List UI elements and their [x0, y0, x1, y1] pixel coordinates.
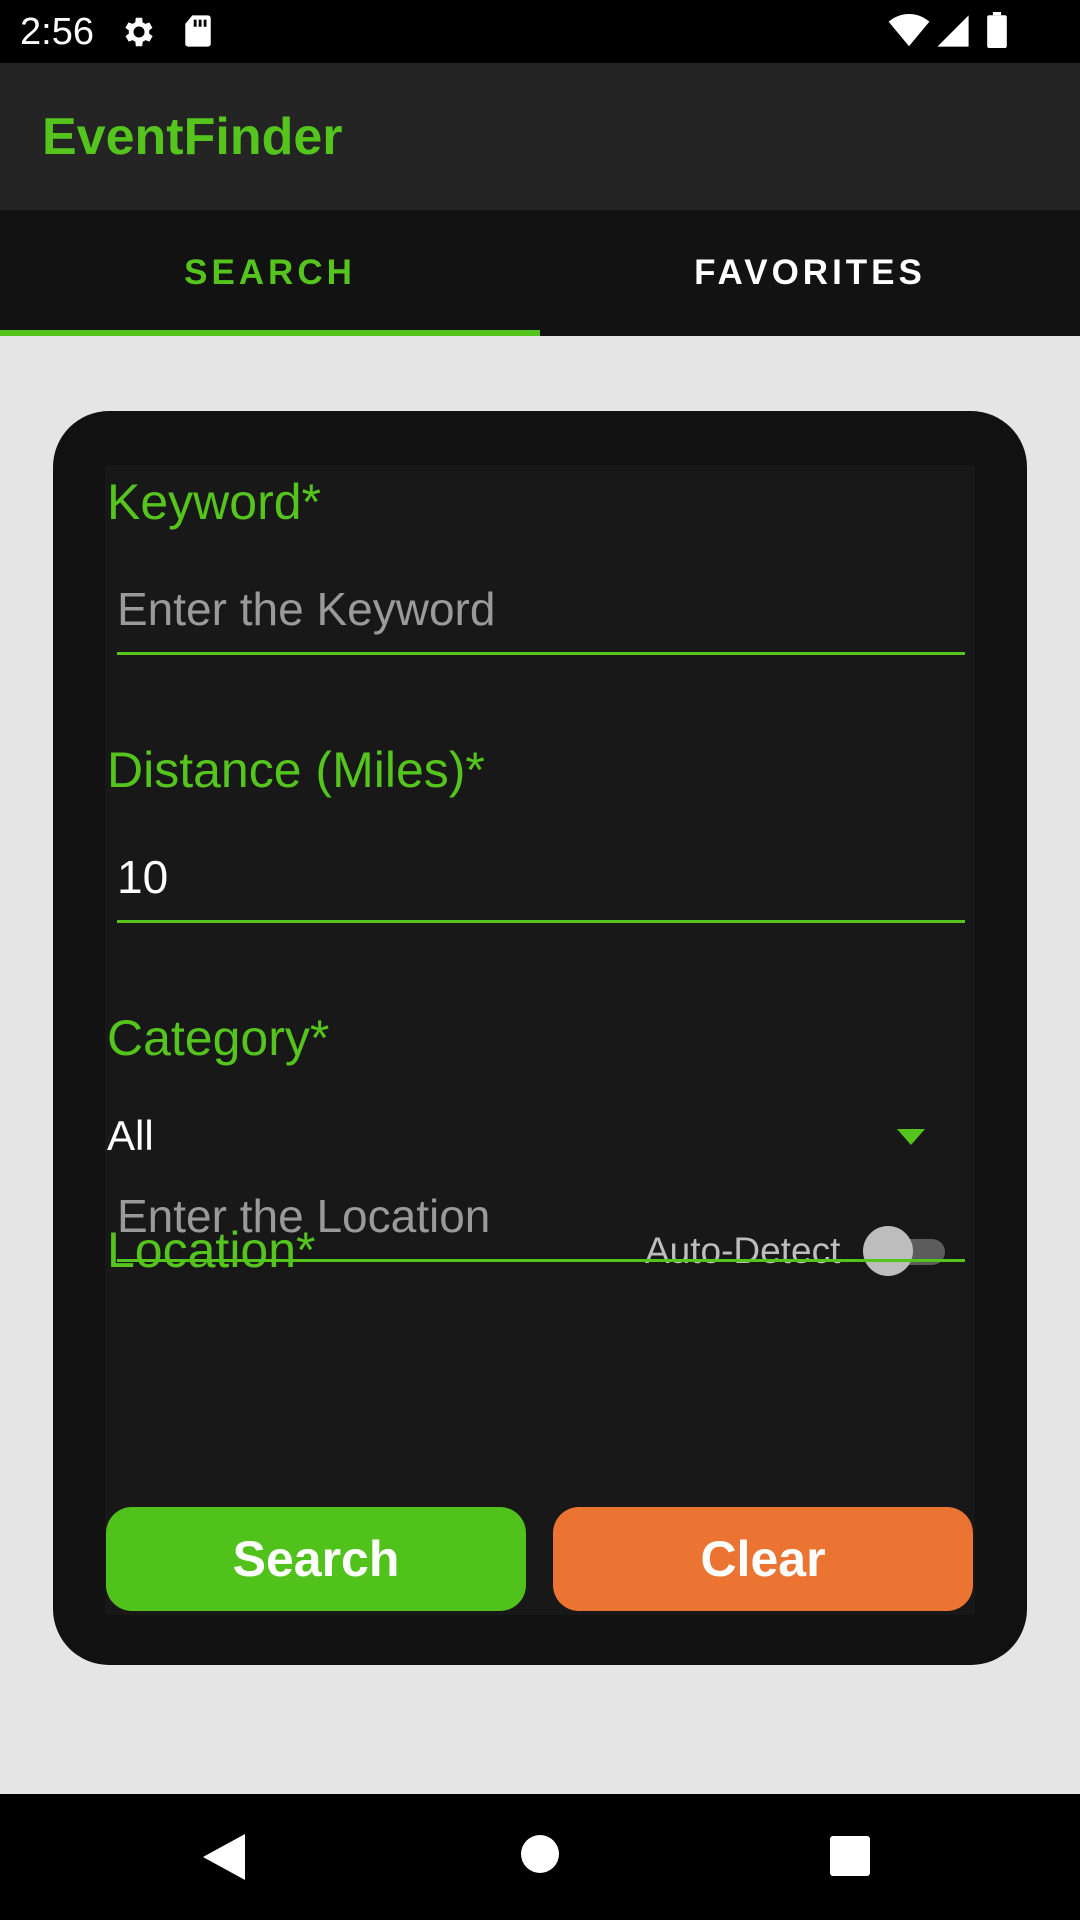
category-selected-value: All: [107, 1112, 154, 1159]
search-form-card: Keyword* Distance (Miles)* Category* All…: [53, 411, 1027, 1665]
app-title: EventFinder: [42, 108, 343, 166]
recents-icon[interactable]: [830, 1836, 870, 1876]
gear-icon: [125, 17, 153, 47]
distance-input[interactable]: [117, 841, 965, 923]
location-input[interactable]: [117, 1180, 965, 1262]
distance-label: Distance (Miles)*: [107, 742, 485, 798]
keyword-label: Keyword*: [107, 474, 321, 530]
keyword-input[interactable]: [117, 573, 965, 655]
back-icon[interactable]: [203, 1834, 245, 1880]
tab-favorites[interactable]: FAVORITES: [540, 210, 1080, 336]
tab-selected-indicator: [0, 330, 540, 336]
wifi-icon: [888, 14, 930, 47]
battery-icon: [987, 12, 1007, 48]
status-bar: 2:56: [0, 0, 1080, 63]
category-dropdown[interactable]: All: [107, 1101, 927, 1171]
app-bar: EventFinder: [0, 63, 1080, 210]
dropdown-arrow-icon: [897, 1129, 925, 1145]
tab-bar: SEARCH FAVORITES: [0, 210, 1080, 336]
search-button[interactable]: Search: [106, 1507, 526, 1611]
clear-button[interactable]: Clear: [553, 1507, 973, 1611]
home-icon[interactable]: [520, 1834, 560, 1874]
sd-card-icon: [185, 15, 211, 47]
category-label: Category*: [107, 1010, 330, 1066]
cell-signal-icon: [937, 15, 969, 47]
navigation-bar: [0, 1794, 1080, 1920]
status-time: 2:56: [20, 11, 94, 53]
tab-search[interactable]: SEARCH: [0, 210, 540, 336]
